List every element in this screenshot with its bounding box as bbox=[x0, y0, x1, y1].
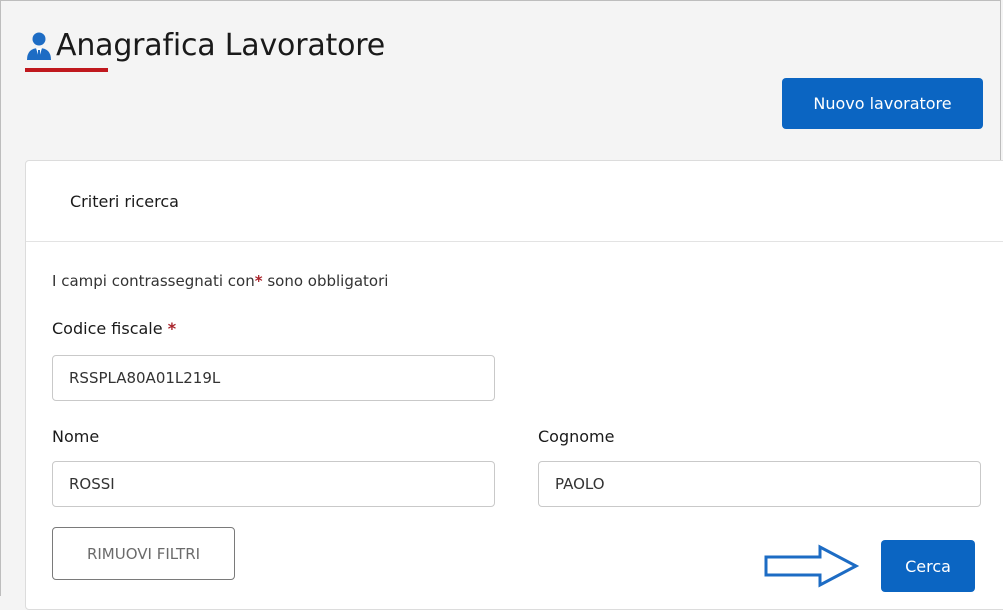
new-worker-button[interactable]: Nuovo lavoratore bbox=[782, 78, 983, 129]
required-asterisk: * bbox=[167, 319, 177, 338]
hint-text: I campi contrassegnati con bbox=[52, 272, 255, 290]
arrow-right-icon bbox=[762, 544, 862, 592]
card-header: Criteri ricerca bbox=[26, 161, 1003, 242]
codice-fiscale-input[interactable] bbox=[52, 355, 495, 401]
reset-filters-button[interactable]: RIMUOVI FILTRI bbox=[52, 527, 235, 580]
cognome-label: Cognome bbox=[538, 427, 615, 446]
card-title: Criteri ricerca bbox=[70, 191, 179, 211]
codice-fiscale-label-text: Codice fiscale bbox=[52, 319, 163, 338]
nome-input[interactable] bbox=[52, 461, 495, 507]
required-hint: I campi contrassegnati con* sono obbliga… bbox=[52, 272, 388, 290]
nome-label: Nome bbox=[52, 427, 100, 446]
search-button[interactable]: Cerca bbox=[881, 540, 975, 592]
cognome-input[interactable] bbox=[538, 461, 981, 507]
user-icon bbox=[24, 26, 54, 66]
title-underline bbox=[25, 68, 108, 72]
codice-fiscale-label: Codice fiscale * bbox=[52, 319, 176, 338]
hint-text-suffix: sono obbligatori bbox=[262, 272, 389, 290]
page-title: Anagrafica Lavoratore bbox=[56, 28, 385, 63]
page-header: Anagrafica Lavoratore bbox=[24, 26, 385, 66]
required-asterisk: * bbox=[254, 272, 263, 290]
search-criteria-card: Criteri ricerca I campi contrassegnati c… bbox=[25, 160, 1003, 610]
